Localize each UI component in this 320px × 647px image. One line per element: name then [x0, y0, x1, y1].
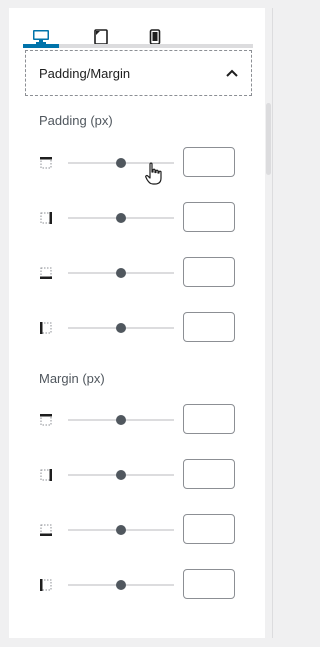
- padding-top-input[interactable]: [183, 147, 235, 177]
- margin-bottom-row: [39, 514, 239, 546]
- border-top-icon: [40, 157, 52, 169]
- padding-left-slider-thumb[interactable]: [116, 323, 126, 333]
- tab-desktop[interactable]: [23, 20, 59, 54]
- padding-right-row: [39, 202, 239, 234]
- padding-left-row: [39, 312, 239, 344]
- margin-top-slider-thumb[interactable]: [116, 415, 126, 425]
- padding-margin-accordion[interactable]: Padding/Margin: [25, 50, 252, 96]
- padding-bottom-input[interactable]: [183, 257, 235, 287]
- padding-label: Padding (px): [39, 113, 113, 128]
- margin-right-slider-thumb[interactable]: [116, 470, 126, 480]
- margin-bottom-input[interactable]: [183, 514, 235, 544]
- border-right-icon: [40, 212, 52, 224]
- scrollbar-thumb[interactable]: [266, 103, 271, 175]
- padding-top-slider-thumb[interactable]: [116, 158, 126, 168]
- active-tab-indicator: [23, 44, 59, 48]
- margin-top-row: [39, 404, 239, 436]
- margin-label: Margin (px): [39, 371, 105, 386]
- border-top-icon: [40, 414, 52, 426]
- margin-left-slider-thumb[interactable]: [116, 580, 126, 590]
- border-left-icon: [40, 579, 52, 591]
- border-bottom-icon: [40, 267, 52, 279]
- margin-right-input[interactable]: [183, 459, 235, 489]
- mobile-icon: [149, 29, 161, 45]
- padding-top-row: [39, 147, 239, 179]
- accordion-title: Padding/Margin: [39, 65, 131, 81]
- tab-underline: [23, 44, 253, 48]
- border-bottom-icon: [40, 524, 52, 536]
- margin-top-input[interactable]: [183, 404, 235, 434]
- chevron-up-icon[interactable]: [226, 69, 238, 77]
- padding-bottom-row: [39, 257, 239, 289]
- desktop-icon: [33, 30, 49, 44]
- margin-left-input[interactable]: [183, 569, 235, 599]
- margin-bottom-slider-thumb[interactable]: [116, 525, 126, 535]
- scrollbar[interactable]: [265, 8, 272, 638]
- margin-right-row: [39, 459, 239, 491]
- margin-left-row: [39, 569, 239, 601]
- border-right-icon: [40, 469, 52, 481]
- padding-right-input[interactable]: [183, 202, 235, 232]
- tab-mobile[interactable]: [137, 20, 173, 54]
- tablet-icon: [94, 29, 108, 45]
- settings-panel: Padding/Margin Padding (px) Margin (px): [9, 8, 273, 638]
- tab-tablet[interactable]: [83, 20, 119, 54]
- hand-cursor-icon: [145, 162, 162, 185]
- border-left-icon: [40, 322, 52, 334]
- padding-left-input[interactable]: [183, 312, 235, 342]
- padding-right-slider-thumb[interactable]: [116, 213, 126, 223]
- padding-bottom-slider-thumb[interactable]: [116, 268, 126, 278]
